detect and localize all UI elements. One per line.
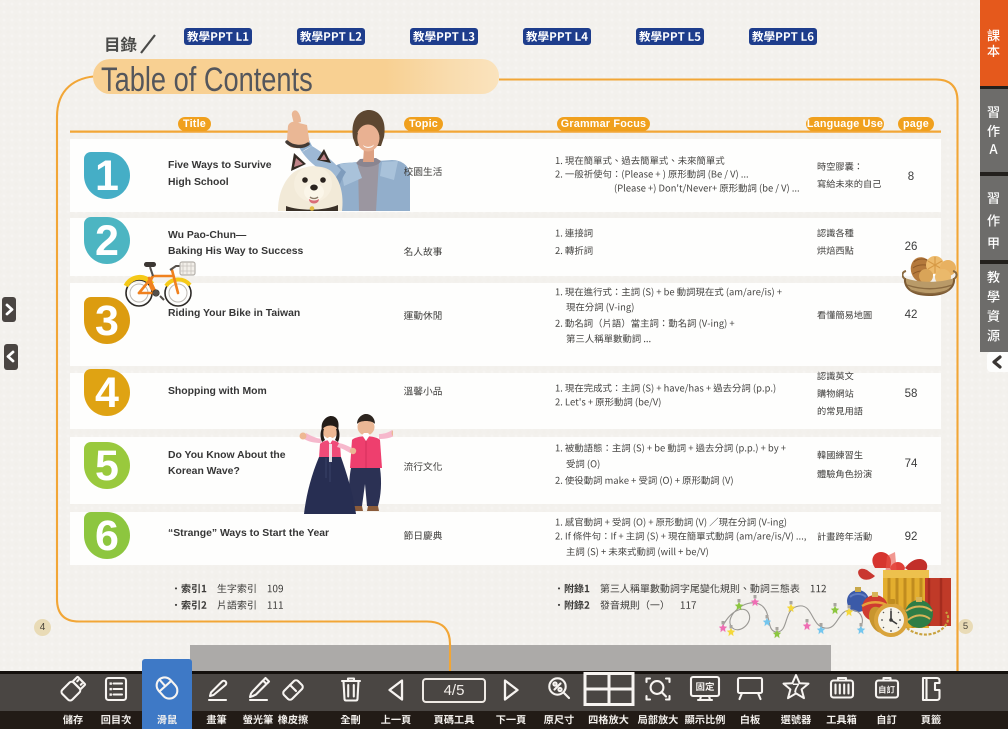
- svg-text:7: 7: [792, 681, 799, 696]
